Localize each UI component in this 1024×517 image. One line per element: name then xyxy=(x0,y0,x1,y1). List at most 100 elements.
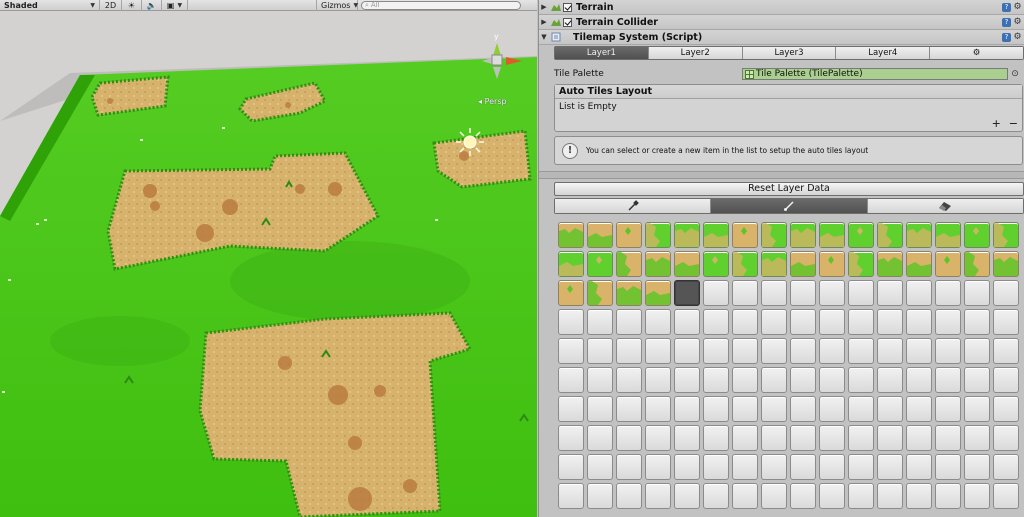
tile-sand[interactable] xyxy=(616,251,642,277)
help-icon[interactable]: ? xyxy=(1002,32,1011,42)
empty-tile-slot[interactable] xyxy=(761,367,787,393)
empty-tile-slot[interactable] xyxy=(819,483,845,509)
tab-layer4[interactable]: Layer4 xyxy=(836,47,931,59)
empty-tile-slot[interactable] xyxy=(587,367,613,393)
empty-tile-slot[interactable] xyxy=(645,425,671,451)
tile-green[interactable] xyxy=(761,251,787,277)
empty-tile-slot[interactable] xyxy=(993,338,1019,364)
tile-green[interactable] xyxy=(993,222,1019,248)
tool-tab-brush[interactable] xyxy=(555,199,712,213)
scene-effects-dropdown[interactable]: ▣ ▼ xyxy=(162,0,188,11)
tile-green[interactable] xyxy=(587,251,613,277)
empty-tile-slot[interactable] xyxy=(587,483,613,509)
tile-green[interactable] xyxy=(877,222,903,248)
empty-tile-slot[interactable] xyxy=(674,309,700,335)
empty-tile-slot[interactable] xyxy=(993,454,1019,480)
empty-tile-slot[interactable] xyxy=(906,338,932,364)
empty-tile-slot[interactable] xyxy=(790,425,816,451)
empty-tile-slot[interactable] xyxy=(819,338,845,364)
empty-tile-slot[interactable] xyxy=(616,309,642,335)
orientation-gizmo[interactable]: y xyxy=(478,31,528,87)
directional-light-icon[interactable] xyxy=(455,127,485,157)
tile-green[interactable] xyxy=(819,222,845,248)
empty-tile-slot[interactable] xyxy=(703,425,729,451)
foldout-arrow-icon[interactable]: ▶ xyxy=(539,3,549,11)
empty-tile-slot[interactable] xyxy=(935,338,961,364)
help-icon[interactable]: ? xyxy=(1002,2,1011,12)
tile-green[interactable] xyxy=(848,251,874,277)
empty-tile-slot[interactable] xyxy=(848,454,874,480)
empty-tile-slot[interactable] xyxy=(848,338,874,364)
tool-tab-eraser[interactable] xyxy=(867,199,1023,213)
empty-tile-slot[interactable] xyxy=(558,309,584,335)
empty-tile-slot[interactable] xyxy=(761,454,787,480)
remove-item-button[interactable]: − xyxy=(1009,118,1018,129)
scene-viewport[interactable]: y ◂ Persp xyxy=(0,11,537,517)
empty-tile-slot[interactable] xyxy=(906,454,932,480)
empty-tile-slot[interactable] xyxy=(790,338,816,364)
shading-mode-dropdown[interactable]: Shaded ▼ xyxy=(0,0,100,11)
empty-tile-slot[interactable] xyxy=(558,454,584,480)
empty-tile-slot[interactable] xyxy=(703,396,729,422)
empty-tile-slot[interactable] xyxy=(906,396,932,422)
empty-tile-slot[interactable] xyxy=(877,396,903,422)
empty-tile-slot[interactable] xyxy=(964,309,990,335)
tile-green[interactable] xyxy=(935,222,961,248)
empty-tile-slot[interactable] xyxy=(616,367,642,393)
empty-tile-slot[interactable] xyxy=(906,309,932,335)
tile-selected[interactable] xyxy=(674,280,700,306)
tab-layer2[interactable]: Layer2 xyxy=(648,47,743,59)
tile-sand[interactable] xyxy=(645,280,671,306)
empty-tile-slot[interactable] xyxy=(558,367,584,393)
empty-tile-slot[interactable] xyxy=(964,483,990,509)
empty-tile-slot[interactable] xyxy=(848,280,874,306)
empty-tile-slot[interactable] xyxy=(848,396,874,422)
empty-tile-slot[interactable] xyxy=(790,367,816,393)
empty-tile-slot[interactable] xyxy=(616,483,642,509)
empty-tile-slot[interactable] xyxy=(935,396,961,422)
empty-tile-slot[interactable] xyxy=(761,425,787,451)
empty-tile-slot[interactable] xyxy=(761,396,787,422)
empty-tile-slot[interactable] xyxy=(558,483,584,509)
empty-tile-slot[interactable] xyxy=(877,280,903,306)
empty-tile-slot[interactable] xyxy=(935,309,961,335)
empty-tile-slot[interactable] xyxy=(877,483,903,509)
tile-sand[interactable] xyxy=(674,251,700,277)
tile-sand[interactable] xyxy=(558,280,584,306)
tile-sand[interactable] xyxy=(587,222,613,248)
tile-green[interactable] xyxy=(558,251,584,277)
empty-tile-slot[interactable] xyxy=(790,280,816,306)
empty-tile-slot[interactable] xyxy=(819,280,845,306)
empty-tile-slot[interactable] xyxy=(587,309,613,335)
tile-sand[interactable] xyxy=(732,222,758,248)
empty-tile-slot[interactable] xyxy=(674,338,700,364)
empty-tile-slot[interactable] xyxy=(703,338,729,364)
empty-tile-slot[interactable] xyxy=(964,280,990,306)
empty-tile-slot[interactable] xyxy=(819,367,845,393)
gizmos-dropdown[interactable]: Gizmos ▼ xyxy=(316,0,358,11)
empty-tile-slot[interactable] xyxy=(935,454,961,480)
empty-tile-slot[interactable] xyxy=(732,483,758,509)
tile-sand[interactable] xyxy=(935,251,961,277)
empty-tile-slot[interactable] xyxy=(616,454,642,480)
tile-sand[interactable] xyxy=(616,280,642,306)
tile-sand[interactable] xyxy=(558,222,584,248)
empty-tile-slot[interactable] xyxy=(558,425,584,451)
tile-green[interactable] xyxy=(732,251,758,277)
empty-tile-slot[interactable] xyxy=(790,483,816,509)
empty-tile-slot[interactable] xyxy=(819,425,845,451)
empty-tile-slot[interactable] xyxy=(761,280,787,306)
empty-tile-slot[interactable] xyxy=(935,425,961,451)
2d-toggle-button[interactable]: 2D xyxy=(100,0,122,11)
empty-tile-slot[interactable] xyxy=(732,338,758,364)
empty-tile-slot[interactable] xyxy=(906,367,932,393)
scene-search-input[interactable]: ⌕ All xyxy=(361,0,521,10)
empty-tile-slot[interactable] xyxy=(964,396,990,422)
gear-icon[interactable]: ⚙ xyxy=(1013,32,1022,42)
tile-sand[interactable] xyxy=(819,251,845,277)
empty-tile-slot[interactable] xyxy=(877,425,903,451)
scene-audio-button[interactable]: 🔈 xyxy=(142,0,162,11)
tile-sand[interactable] xyxy=(645,251,671,277)
empty-tile-slot[interactable] xyxy=(790,454,816,480)
empty-tile-slot[interactable] xyxy=(645,309,671,335)
